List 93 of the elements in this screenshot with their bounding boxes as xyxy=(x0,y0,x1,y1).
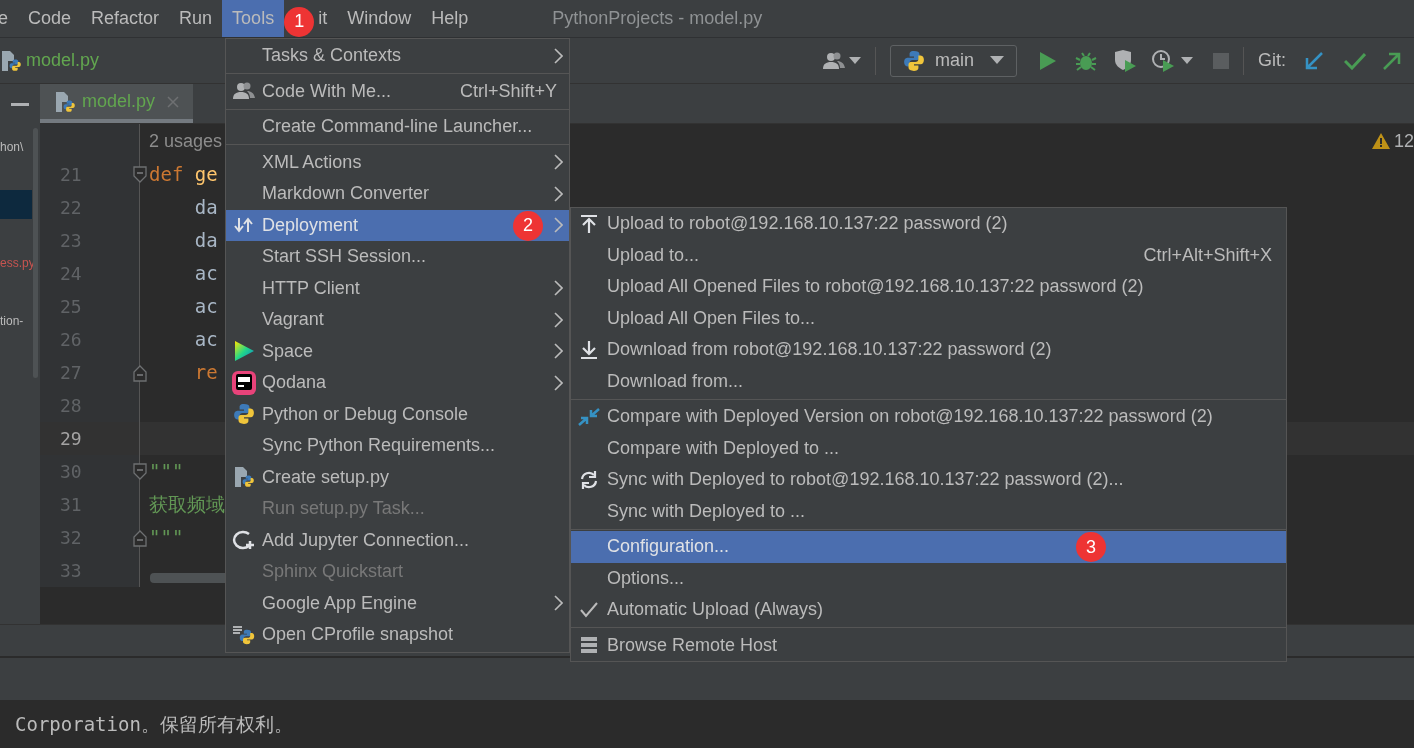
menu-item[interactable]: Qodana xyxy=(226,367,569,399)
menu-bar-item[interactable]: Help xyxy=(421,0,479,37)
menu-item[interactable]: Compare with Deployed to ... xyxy=(571,432,1286,464)
fold-marker-icon[interactable] xyxy=(133,462,147,481)
menu-item[interactable]: Space xyxy=(226,335,569,367)
checkmark-icon[interactable] xyxy=(1344,51,1366,70)
menu-item[interactable]: Download from... xyxy=(571,365,1286,397)
users-icon[interactable] xyxy=(822,51,845,70)
menu-item[interactable]: Code With Me... Ctrl+Shift+Y xyxy=(226,75,569,107)
step-badge: 1 xyxy=(284,6,315,37)
git-label: Git: xyxy=(1258,49,1286,72)
menu-item[interactable]: Upload All Opened Files to robot@192.168.10.137:22 password (2) xyxy=(571,271,1286,303)
python-icon xyxy=(902,49,925,72)
tree-item[interactable]: tion- xyxy=(0,306,34,335)
arrow-down-left-icon[interactable] xyxy=(1304,50,1324,71)
menu-item[interactable]: Deployment 2 xyxy=(226,209,569,241)
menu-item[interactable]: Open CProfile snapshot xyxy=(226,619,569,651)
menu-item[interactable]: Create setup.py xyxy=(226,461,569,493)
menu-bar-item[interactable]: Code xyxy=(18,0,82,37)
code-text: """ xyxy=(149,459,184,485)
menu-item[interactable]: XML Actions xyxy=(226,146,569,178)
download-icon xyxy=(580,339,598,360)
triangle-logo-icon xyxy=(233,340,255,363)
code-text: 获取频域 xyxy=(149,492,225,518)
compare-arrows-icon xyxy=(578,406,600,427)
caret-icon xyxy=(990,56,1004,65)
code-text: ac xyxy=(193,261,218,287)
minimize-icon[interactable] xyxy=(11,102,29,106)
usages-hint[interactable]: 2 usages xyxy=(149,127,223,155)
fold-marker-icon[interactable] xyxy=(133,528,147,547)
window-title: PythonProjects - model.py xyxy=(552,7,763,30)
menu-item[interactable]: Tasks & Contexts xyxy=(226,40,569,72)
qd-logo-icon xyxy=(232,370,256,395)
ring-plus-icon xyxy=(232,529,256,552)
menu-item[interactable]: Sync with Deployed to ... xyxy=(571,495,1286,527)
stop-icon[interactable] xyxy=(1213,52,1229,69)
menu-item[interactable]: Sync Python Requirements... xyxy=(226,430,569,462)
tree-item[interactable]: hon\ xyxy=(0,132,34,161)
warning-icon[interactable] xyxy=(1371,133,1390,149)
menu-item[interactable]: Python or Debug Console xyxy=(226,398,569,430)
code-text: def ge xyxy=(149,162,218,188)
menu-item[interactable]: Google App Engine xyxy=(226,587,569,619)
warning-count: 12 xyxy=(1393,129,1414,153)
users-icon xyxy=(233,82,255,101)
caret-icon[interactable] xyxy=(848,56,861,65)
menu-item[interactable]: Add Jupyter Connection... xyxy=(226,524,569,556)
run-icon[interactable] xyxy=(1039,50,1057,71)
scrollbar-thumb[interactable] xyxy=(33,128,38,378)
menu-item[interactable]: Vagrant xyxy=(226,304,569,336)
python-file-icon xyxy=(0,49,22,72)
code-text: ac xyxy=(193,294,218,320)
menu-item[interactable]: Upload to... Ctrl+Alt+Shift+X xyxy=(571,239,1286,271)
caret-icon[interactable] xyxy=(1181,56,1193,65)
menu-item[interactable]: HTTP Client xyxy=(226,272,569,304)
menu-bar-item[interactable]: Run xyxy=(169,0,223,37)
sync-icon xyxy=(579,469,599,490)
breadcrumb-item[interactable]: model.py xyxy=(26,47,100,74)
code-text: """ xyxy=(149,525,184,551)
fold-marker-icon[interactable] xyxy=(133,363,147,382)
python-profile-icon xyxy=(232,623,256,646)
server-icon xyxy=(580,636,598,655)
menu-item[interactable]: Compare with Deployed Version on robot@192.168.10.137:22 password (2) xyxy=(571,401,1286,433)
menu-item[interactable]: Download from robot@192.168.10.137:22 password (2) xyxy=(571,334,1286,366)
step-badge: 3 xyxy=(1076,532,1106,562)
menu-item[interactable]: Markdown Converter xyxy=(226,178,569,210)
step-badge: 2 xyxy=(513,210,543,241)
python-file-icon xyxy=(54,90,76,113)
up-down-arrows-icon xyxy=(234,216,254,235)
menu-item[interactable]: Browse Remote Host xyxy=(571,629,1286,661)
line-number: 29 xyxy=(60,427,82,451)
menu-bar-item[interactable]: Window xyxy=(337,0,422,37)
run-configuration-dropdown[interactable]: main xyxy=(889,44,1017,77)
menu-item[interactable]: Create Command-line Launcher... xyxy=(226,111,569,143)
python-file-icon xyxy=(233,466,255,489)
menu-item[interactable]: Options... xyxy=(571,562,1286,594)
menu-item[interactable]: Start SSH Session... xyxy=(226,241,569,273)
code-text: ac xyxy=(193,327,218,353)
shield-run-icon[interactable] xyxy=(1113,48,1137,73)
python-console-icon xyxy=(233,403,255,426)
code-text: da xyxy=(193,195,218,221)
terminal-output: Corporation。保留所有权利。 xyxy=(15,711,293,737)
fold-marker-icon[interactable] xyxy=(133,165,147,184)
menu-bar-item[interactable]: Refactor xyxy=(81,0,170,37)
menu-item[interactable]: Upload to robot@192.168.10.137:22 password (2) xyxy=(571,208,1286,240)
upload-icon xyxy=(580,213,598,234)
menu-item[interactable]: Automatic Upload (Always) xyxy=(571,594,1286,626)
menu-item[interactable]: Upload All Open Files to... xyxy=(571,302,1286,334)
clock-run-icon[interactable] xyxy=(1151,48,1175,73)
code-text: re xyxy=(193,360,218,386)
arrow-up-right-icon[interactable] xyxy=(1382,50,1402,71)
menu-item[interactable]: Configuration... 3 xyxy=(571,531,1286,563)
code-text: da xyxy=(193,228,218,254)
menu-item[interactable]: Sync with Deployed to robot@192.168.10.137:22 password (2)... xyxy=(571,464,1286,496)
